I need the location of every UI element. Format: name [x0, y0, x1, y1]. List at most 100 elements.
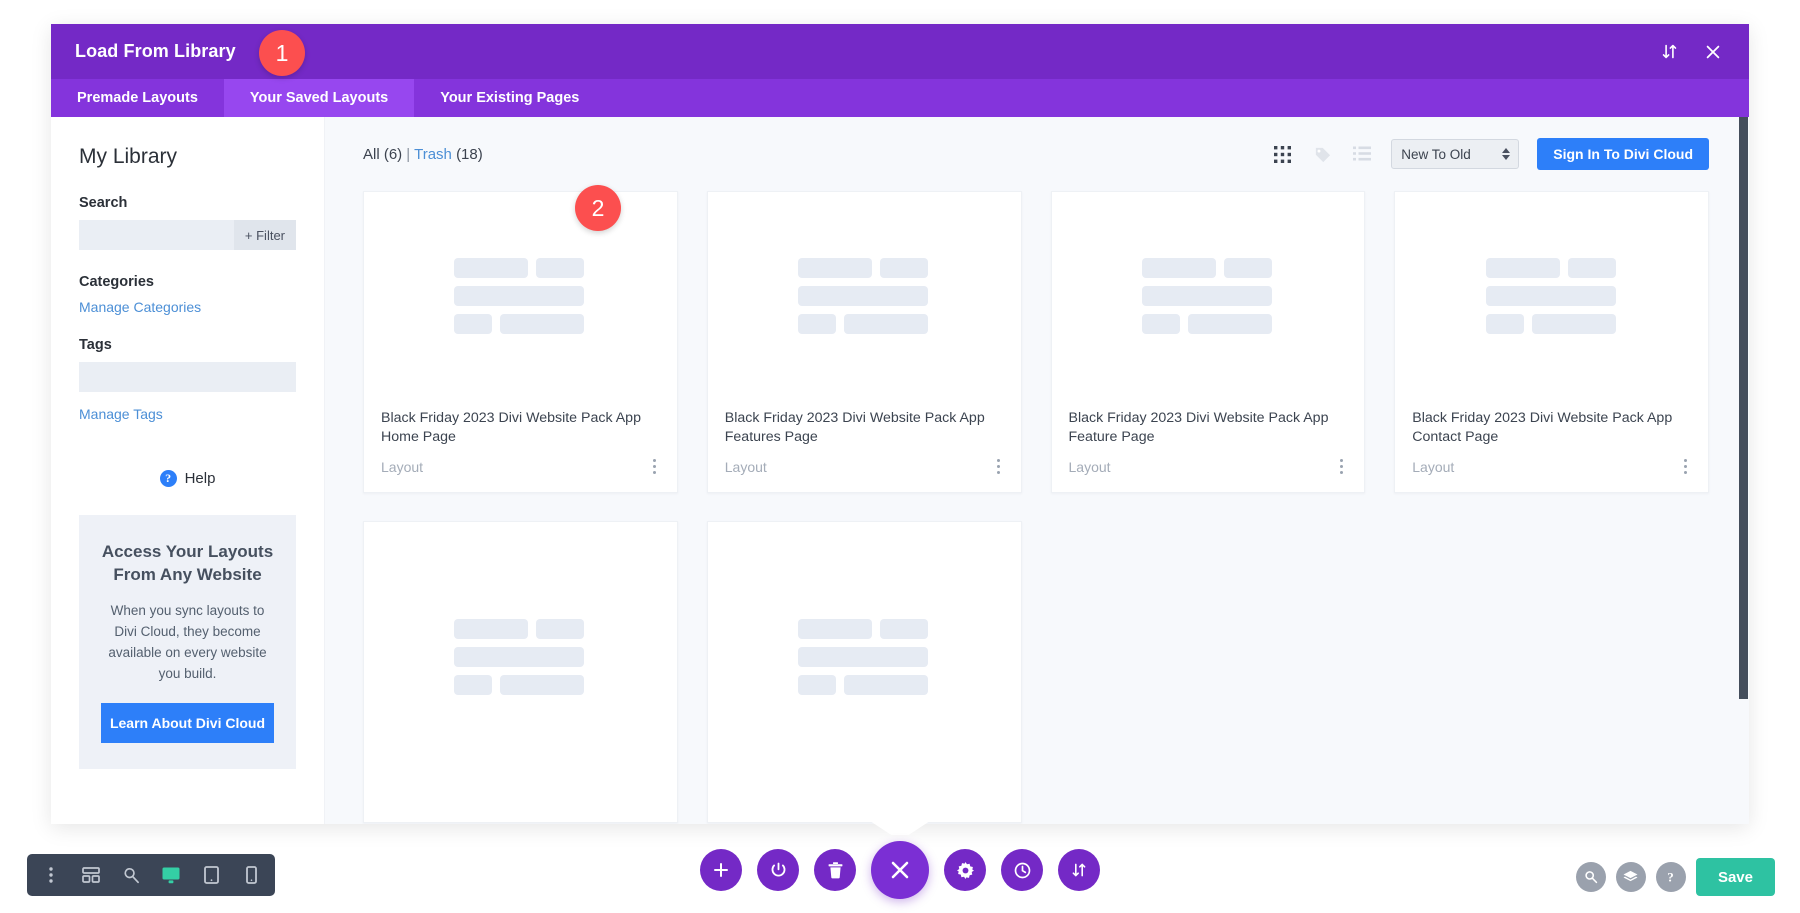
layout-card-footer: Layout	[381, 455, 660, 478]
layout-card-meta	[708, 800, 1021, 822]
portability-icon[interactable]	[1058, 849, 1100, 891]
layout-card-type: Layout	[1068, 458, 1111, 475]
tab-your-saved-layouts[interactable]: Your Saved Layouts	[223, 79, 415, 117]
layout-card-menu-icon[interactable]	[649, 455, 660, 478]
trash-label: Trash	[414, 145, 452, 163]
more-options-icon[interactable]	[33, 857, 69, 893]
thumbnail-skeleton	[1485, 258, 1618, 342]
layout-card[interactable]: Black Friday 2023 Divi Website Pack App …	[706, 191, 1022, 493]
layout-thumbnail	[1395, 192, 1708, 409]
builder-right-toolbar: ? Save	[1575, 858, 1775, 896]
search-field-wrapper: + Filter	[79, 220, 296, 250]
content-toolbar-right: New To Old Sign In To Divi Cloud	[1271, 138, 1709, 170]
save-button[interactable]: Save	[1695, 858, 1775, 896]
tag-view-icon[interactable]	[1311, 143, 1333, 165]
close-menu-icon[interactable]	[871, 841, 929, 899]
layout-card[interactable]: Black Friday 2023 Divi Website Pack App …	[363, 191, 678, 493]
settings-gear-icon[interactable]	[944, 849, 986, 891]
sign-in-to-divi-cloud-button[interactable]: Sign In To Divi Cloud	[1537, 138, 1709, 170]
layout-card-menu-icon[interactable]	[1680, 455, 1691, 478]
layout-card-menu-icon[interactable]	[993, 455, 1004, 478]
builder-view-toolbar	[27, 854, 275, 896]
desktop-view-icon[interactable]	[153, 857, 189, 893]
history-clock-icon[interactable]	[1001, 849, 1043, 891]
layout-card-meta	[364, 800, 677, 822]
help-label: Help	[184, 470, 216, 487]
layout-card[interactable]: Black Friday 2023 Divi Website Pack App …	[1050, 191, 1366, 493]
callout-badge-1: 1	[259, 30, 305, 76]
layout-card[interactable]: Black Friday 2023 Divi Website Pack App …	[1394, 191, 1709, 493]
thumbnail-skeleton	[454, 258, 586, 342]
modal-header-actions	[1659, 42, 1723, 62]
tags-label: Tags	[79, 337, 112, 353]
layout-card-type: Layout	[381, 458, 424, 475]
thumbnail-skeleton	[454, 619, 586, 703]
tablet-view-icon[interactable]	[193, 857, 229, 893]
list-view-icon[interactable]	[1351, 143, 1373, 165]
promo-text: When you sync layouts to Divi Cloud, the…	[108, 602, 267, 681]
layout-thumbnail	[364, 522, 677, 800]
layout-card-type: Layout	[1412, 458, 1455, 475]
modal-title: Load From Library	[75, 41, 236, 61]
layout-card[interactable]	[363, 521, 678, 823]
tab-premade-layouts[interactable]: Premade Layouts	[51, 79, 224, 117]
layout-card-title: Black Friday 2023 Divi Website Pack App …	[1068, 409, 1329, 445]
help-question-icon[interactable]: ?	[1655, 862, 1686, 892]
content-toolbar: All (6) | Trash (18) New To Old Sign In …	[363, 117, 1709, 191]
trash-icon[interactable]	[814, 849, 856, 891]
layers-icon[interactable]	[1615, 862, 1646, 892]
zoom-out-view-icon[interactable]	[113, 857, 149, 893]
sort-order-select[interactable]: New To Old	[1391, 139, 1520, 169]
layout-card-title: Black Friday 2023 Divi Website Pack App …	[724, 409, 985, 445]
sidebar-title: My Library	[79, 145, 178, 168]
help-button[interactable]: ? Help	[79, 470, 296, 487]
learn-about-divi-cloud-button[interactable]: Learn About Divi Cloud	[101, 702, 274, 743]
layout-card-menu-icon[interactable]	[1336, 455, 1347, 478]
help-question-icon: ?	[159, 470, 177, 487]
grid-view-icon[interactable]	[1271, 143, 1293, 165]
phone-view-icon[interactable]	[233, 857, 269, 893]
modal-body: My Library Search + Filter Categories Ma…	[51, 117, 1749, 824]
layout-card[interactable]	[706, 521, 1022, 823]
add-section-icon[interactable]	[700, 849, 742, 891]
chevron-updown-icon	[1502, 148, 1511, 160]
tab-your-existing-pages[interactable]: Your Existing Pages	[414, 79, 605, 117]
layout-card-meta: Black Friday 2023 Divi Website Pack App …	[1395, 409, 1708, 492]
layout-card-footer: Layout	[1069, 455, 1348, 478]
manage-categories-link[interactable]: Manage Categories	[79, 299, 201, 315]
layout-card-meta: Black Friday 2023 Divi Website Pack App …	[364, 409, 677, 492]
search-label: Search	[79, 195, 128, 211]
thumbnail-skeleton	[798, 619, 930, 703]
modal-header: Load From Library	[51, 24, 1749, 79]
modal-scrollbar-thumb[interactable]	[1739, 117, 1748, 699]
wireframe-view-icon[interactable]	[73, 857, 109, 893]
load-from-library-modal: Load From Library Premade Layouts Your S…	[51, 24, 1749, 824]
svg-text:?: ?	[1668, 870, 1675, 885]
modal-tabs: Premade Layouts Your Saved Layouts Your …	[51, 79, 1749, 117]
sort-toggle-icon[interactable]	[1659, 42, 1679, 62]
library-content: All (6) | Trash (18) New To Old Sign In …	[325, 117, 1749, 824]
layout-thumbnail	[1052, 192, 1365, 409]
all-label: All	[363, 145, 380, 163]
filter-button[interactable]: + Filter	[233, 220, 296, 250]
layout-card-footer: Layout	[1412, 455, 1691, 478]
layouts-grid: Black Friday 2023 Divi Website Pack App …	[363, 191, 1709, 823]
search-magnifier-icon[interactable]	[1575, 862, 1606, 892]
center-toolbar-notch	[864, 817, 936, 835]
all-filter[interactable]: All (6)	[363, 146, 402, 163]
trash-filter[interactable]: Trash (18)	[414, 146, 483, 163]
toggle-builder-icon[interactable]	[757, 849, 799, 891]
trash-count: (18)	[456, 145, 483, 163]
layout-thumbnail	[708, 192, 1021, 409]
layout-card-meta: Black Friday 2023 Divi Website Pack App …	[1052, 409, 1365, 492]
divi-cloud-promo: Access Your Layouts From Any Website Whe…	[79, 515, 296, 769]
close-icon[interactable]	[1703, 42, 1723, 62]
manage-tags-link[interactable]: Manage Tags	[79, 406, 163, 422]
promo-title: Access Your Layouts From Any Website	[101, 542, 274, 584]
layout-card-meta: Black Friday 2023 Divi Website Pack App …	[708, 409, 1021, 492]
sort-order-value: New To Old	[1401, 146, 1471, 162]
modal-scrollbar[interactable]	[1738, 117, 1749, 824]
tags-input[interactable]	[79, 362, 296, 392]
layout-card-type: Layout	[724, 458, 767, 475]
screen-root: Load From Library Premade Layouts Your S…	[0, 0, 1800, 913]
